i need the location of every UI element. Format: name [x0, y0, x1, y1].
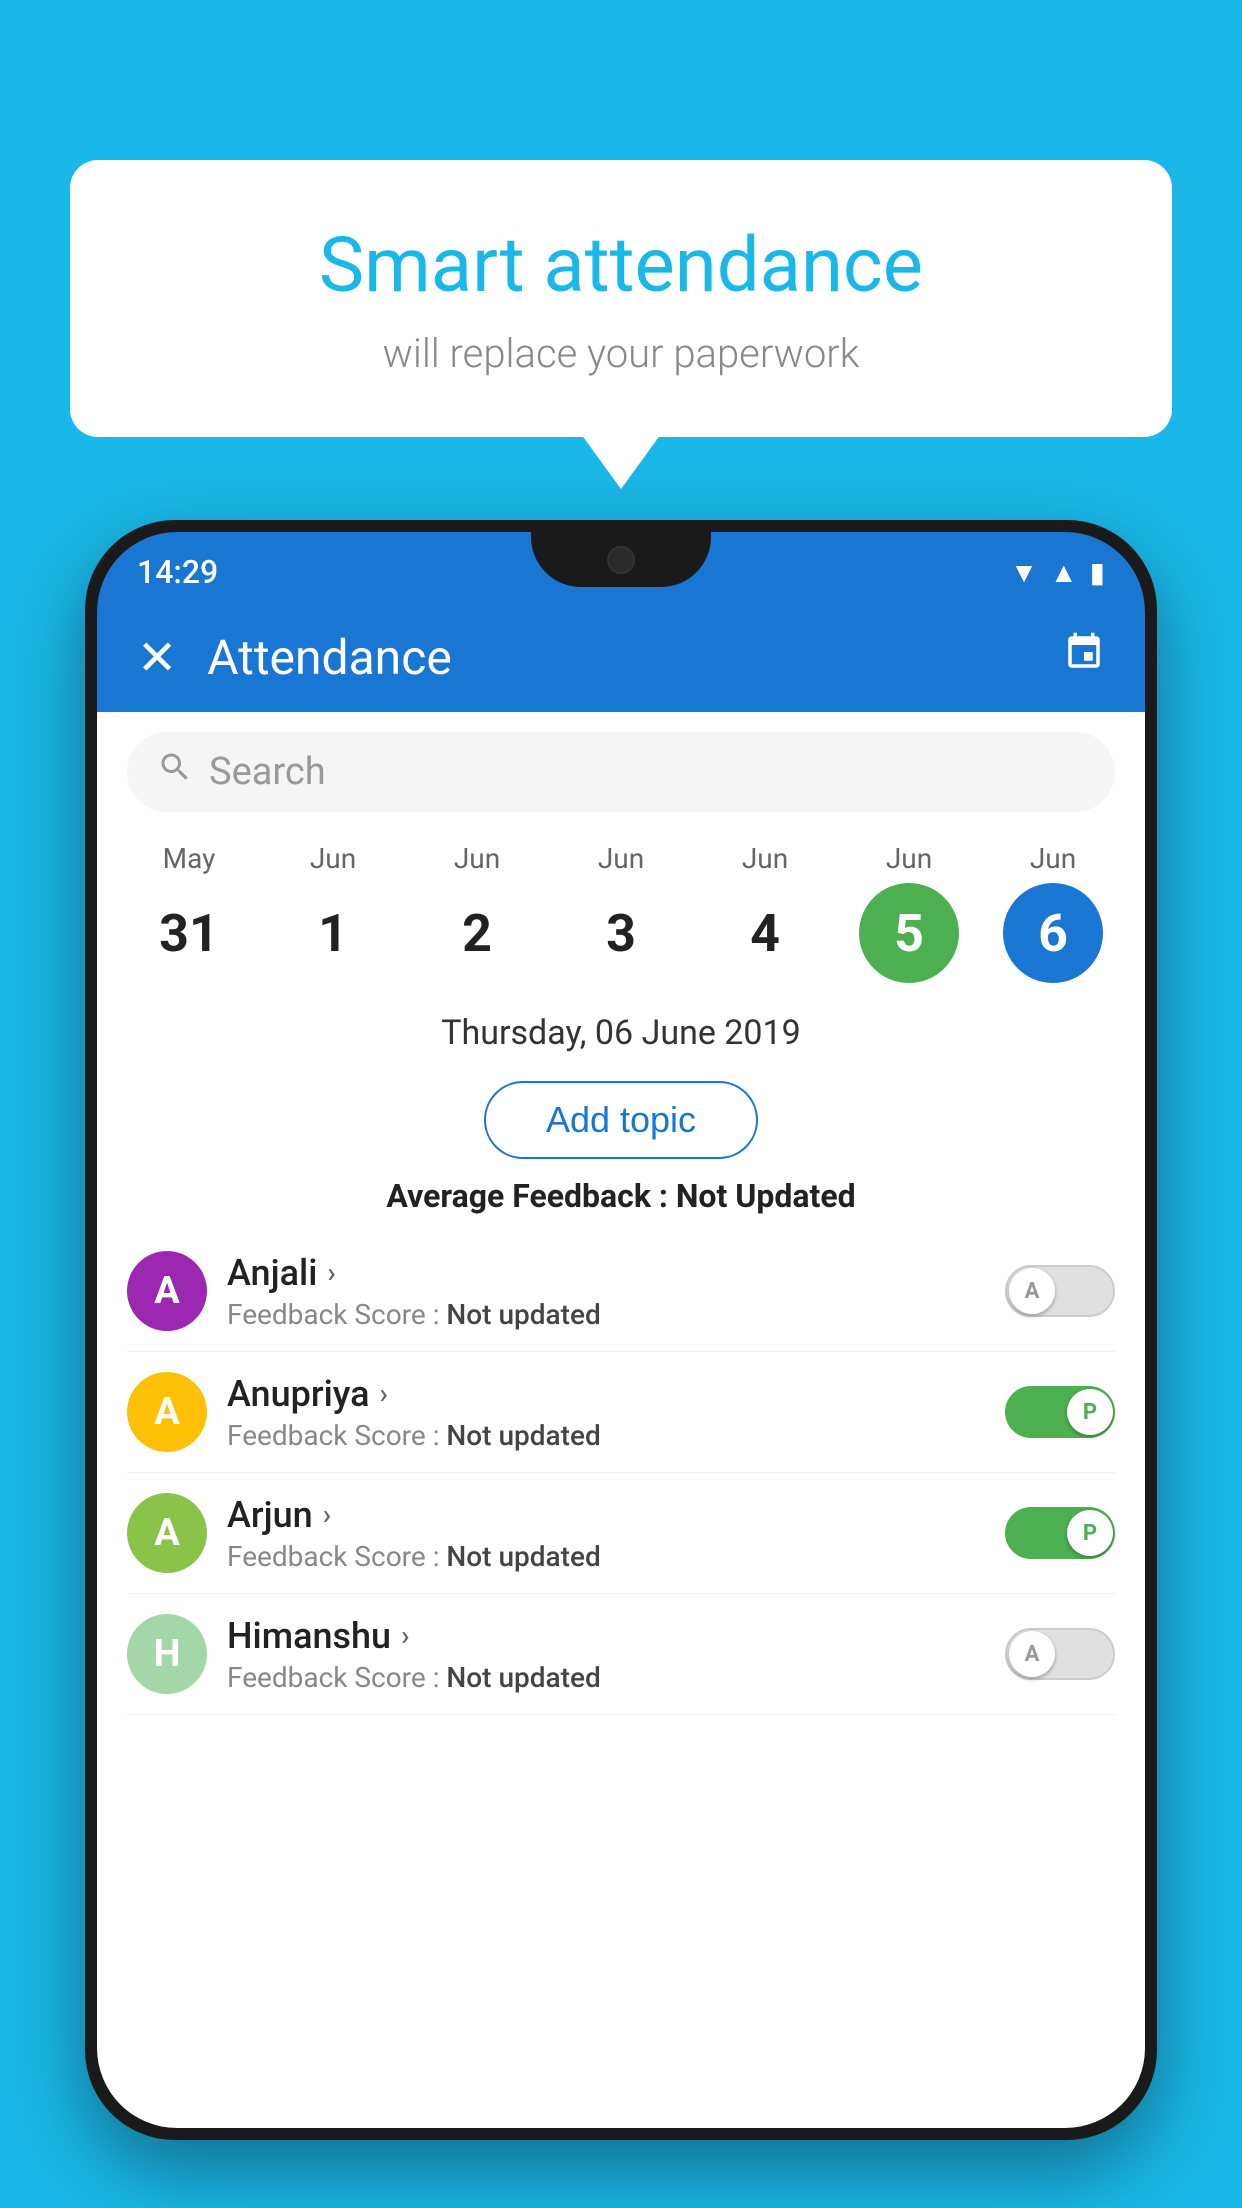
- app-bar: ✕ Attendance: [97, 602, 1145, 712]
- close-button[interactable]: ✕: [137, 629, 177, 686]
- phone-inner: 14:29 ▼ ▲ ▮ ✕ Attendance: [97, 532, 1145, 2128]
- calendar-date: 5: [859, 883, 959, 983]
- calendar-day-1[interactable]: Jun 1: [273, 842, 393, 983]
- calendar-date: 4: [715, 883, 815, 983]
- calendar-month: Jun: [886, 842, 932, 875]
- speech-bubble: Smart attendance will replace your paper…: [70, 160, 1172, 437]
- calendar-day-4[interactable]: Jun 4: [705, 842, 825, 983]
- student-avatar: H: [127, 1614, 207, 1694]
- phone-container: 14:29 ▼ ▲ ▮ ✕ Attendance: [85, 520, 1157, 2208]
- calendar-day-6[interactable]: Jun 6: [993, 842, 1113, 983]
- student-avatar: A: [127, 1251, 207, 1331]
- status-time: 14:29: [137, 553, 218, 591]
- calendar-day-0[interactable]: May 31: [129, 842, 249, 983]
- toggle-switch[interactable]: A: [1005, 1265, 1115, 1317]
- student-feedback: Feedback Score : Not updated: [227, 1540, 985, 1573]
- student-list: AAnjali ›Feedback Score : Not updatedAAA…: [97, 1231, 1145, 1715]
- student-name: Arjun ›: [227, 1494, 985, 1536]
- student-info: Anupriya › Feedback Score : Not updated: [227, 1373, 985, 1452]
- screen-content: Search May 31 Jun 1 Jun 2 Jun 3 Jun 4 Jun 5 Jun 6 Thu…: [97, 712, 1145, 2128]
- student-avatar: A: [127, 1372, 207, 1452]
- calendar-month: Jun: [598, 842, 644, 875]
- toggle-knob: P: [1067, 1389, 1113, 1435]
- calendar-month: Jun: [454, 842, 500, 875]
- signal-icon: ▲: [1050, 556, 1078, 589]
- avg-feedback-label: Average Feedback :: [386, 1177, 675, 1215]
- attendance-toggle[interactable]: A: [1005, 1265, 1115, 1317]
- calendar-month: Jun: [1030, 842, 1076, 875]
- chevron-icon: ›: [380, 1377, 388, 1410]
- attendance-toggle[interactable]: P: [1005, 1507, 1115, 1559]
- student-item-1[interactable]: A Anupriya › Feedback Score : Not updated P: [127, 1352, 1115, 1473]
- calendar-date: 6: [1003, 883, 1103, 983]
- phone-frame: 14:29 ▼ ▲ ▮ ✕ Attendance: [85, 520, 1157, 2140]
- selected-date: Thursday, 06 June 2019: [97, 1003, 1145, 1063]
- chevron-icon: ›: [327, 1256, 335, 1289]
- avg-feedback: Average Feedback : Not Updated: [97, 1177, 1145, 1215]
- calendar-date: 2: [427, 883, 527, 983]
- wifi-icon: ▼: [1010, 556, 1038, 589]
- toggle-switch[interactable]: P: [1005, 1507, 1115, 1559]
- toggle-switch[interactable]: A: [1005, 1628, 1115, 1680]
- battery-icon: ▮: [1090, 556, 1105, 589]
- status-icons: ▼ ▲ ▮: [1010, 556, 1105, 589]
- chevron-icon: ›: [401, 1619, 409, 1652]
- calendar-month: Jun: [310, 842, 356, 875]
- toggle-knob: A: [1009, 1631, 1055, 1677]
- student-feedback: Feedback Score : Not updated: [227, 1661, 985, 1694]
- toggle-knob: P: [1067, 1510, 1113, 1556]
- toggle-knob: A: [1009, 1268, 1055, 1314]
- calendar-day-3[interactable]: Jun 3: [561, 842, 681, 983]
- student-name: Anjali ›: [227, 1252, 985, 1294]
- phone-camera: [607, 546, 635, 574]
- calendar-month: May: [163, 842, 216, 875]
- calendar-icon[interactable]: [1063, 631, 1105, 684]
- student-name: Himanshu ›: [227, 1615, 985, 1657]
- app-bar-title: Attendance: [207, 629, 1033, 686]
- student-item-2[interactable]: A Arjun › Feedback Score : Not updated P: [127, 1473, 1115, 1594]
- avg-feedback-value: Not Updated: [676, 1177, 856, 1215]
- student-feedback: Feedback Score : Not updated: [227, 1419, 985, 1452]
- calendar-date: 3: [571, 883, 671, 983]
- calendar-date: 1: [283, 883, 383, 983]
- add-topic-button[interactable]: Add topic: [484, 1081, 758, 1159]
- calendar-date: 31: [139, 883, 239, 983]
- student-item-3[interactable]: H Himanshu › Feedback Score : Not updated A: [127, 1594, 1115, 1715]
- student-feedback: Feedback Score : Not updated: [227, 1298, 985, 1331]
- speech-bubble-subtitle: will replace your paperwork: [150, 330, 1092, 377]
- attendance-toggle[interactable]: P: [1005, 1386, 1115, 1438]
- student-item-0[interactable]: A Anjali › Feedback Score : Not updated A: [127, 1231, 1115, 1352]
- speech-bubble-container: Smart attendance will replace your paper…: [70, 160, 1172, 437]
- phone-notch: [531, 532, 711, 587]
- calendar-day-2[interactable]: Jun 2: [417, 842, 537, 983]
- student-info: Himanshu › Feedback Score : Not updated: [227, 1615, 985, 1694]
- calendar-month: Jun: [742, 842, 788, 875]
- chevron-icon: ›: [323, 1498, 331, 1531]
- search-bar[interactable]: Search: [127, 732, 1115, 812]
- search-icon: [157, 749, 193, 795]
- student-info: Anjali › Feedback Score : Not updated: [227, 1252, 985, 1331]
- search-placeholder: Search: [209, 750, 326, 794]
- student-info: Arjun › Feedback Score : Not updated: [227, 1494, 985, 1573]
- student-name: Anupriya ›: [227, 1373, 985, 1415]
- calendar-day-5[interactable]: Jun 5: [849, 842, 969, 983]
- student-avatar: A: [127, 1493, 207, 1573]
- calendar-strip: May 31 Jun 1 Jun 2 Jun 3 Jun 4 Jun 5 Jun 6: [97, 832, 1145, 1003]
- attendance-toggle[interactable]: A: [1005, 1628, 1115, 1680]
- speech-bubble-title: Smart attendance: [150, 220, 1092, 310]
- toggle-switch[interactable]: P: [1005, 1386, 1115, 1438]
